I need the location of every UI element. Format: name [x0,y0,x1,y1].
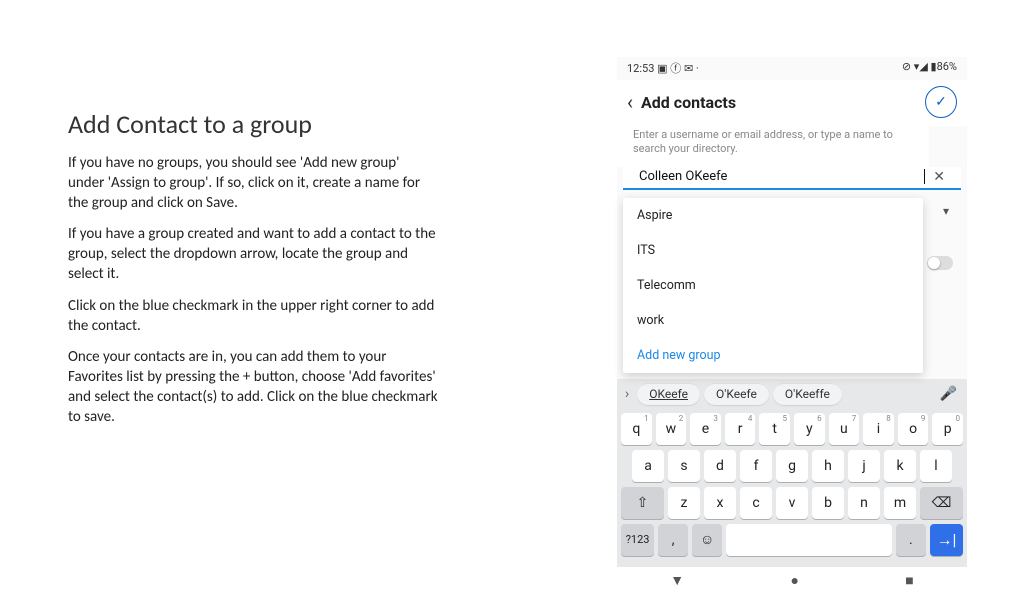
input-value: Colleen OKeefe [639,169,925,184]
group-item[interactable]: ITS [623,233,923,268]
key-t[interactable]: t5 [759,413,790,445]
space-key[interactable] [726,524,892,556]
paragraph: Once your contacts are in, you can add t… [68,348,438,427]
emoji-key[interactable]: ☺ [692,524,722,556]
header-title: Add contacts [641,93,925,112]
group-dropdown: ▾ Aspire ITS Telecomm work Add new group [623,198,923,373]
suggestion-chip[interactable]: OKeefe [637,383,700,405]
group-item[interactable]: Aspire [623,198,923,233]
status-left-icons: ▣ ⓕ ✉ · [657,62,699,75]
key-h[interactable]: h [812,450,844,482]
search-input[interactable]: Colleen OKeefe ✕ [623,167,961,190]
suggestion-chip[interactable]: O'Keefe [704,383,769,405]
comma-key[interactable]: , [658,524,688,556]
add-new-group-link[interactable]: Add new group [623,338,923,373]
key-q[interactable]: q1 [621,413,652,445]
status-right-icons: ⊘ ▾◢ ▮86% [902,60,957,80]
key-r[interactable]: r4 [725,413,756,445]
key-i[interactable]: i8 [863,413,894,445]
key-s[interactable]: s [668,450,700,482]
key-j[interactable]: j [848,450,880,482]
android-navbar: ▼ ● ■ [617,567,967,595]
key-o[interactable]: o9 [898,413,929,445]
suggestion-chip[interactable]: O'Keeffe [773,383,842,405]
check-icon: ✓ [935,94,947,110]
nav-home-icon[interactable]: ● [790,572,798,589]
status-bar: 12:53 ▣ ⓕ ✉ · ⊘ ▾◢ ▮86% [617,57,967,80]
nav-back-icon[interactable]: ▼ [670,572,684,589]
key-x[interactable]: x [704,487,736,519]
symbols-key[interactable]: ?123 [621,524,654,556]
chevron-down-icon[interactable]: ▾ [943,204,949,218]
delete-key[interactable]: ⌫ [920,487,963,519]
group-item[interactable]: work [623,303,923,338]
suggestion-bar: › OKeefe O'Keefe O'Keeffe 🎤 [617,379,967,409]
paragraph: Click on the blue checkmark in the upper… [68,297,438,337]
key-n[interactable]: n [848,487,880,519]
key-y[interactable]: y6 [794,413,825,445]
period-key[interactable]: . [896,524,926,556]
back-icon[interactable]: ‹ [625,90,641,114]
key-v[interactable]: v [776,487,808,519]
app-header: ‹ Add contacts ✓ [617,80,967,126]
key-e[interactable]: e3 [690,413,721,445]
clear-icon[interactable]: ✕ [925,169,945,185]
key-b[interactable]: b [812,487,844,519]
key-w[interactable]: w2 [656,413,687,445]
key-l[interactable]: l [920,450,952,482]
confirm-button[interactable]: ✓ [925,86,957,118]
hint-text: Enter a username or email address, or ty… [617,126,929,167]
toggle-switch[interactable] [927,256,953,270]
nav-recent-icon[interactable]: ■ [905,572,913,589]
keyboard: q1w2e3r4t5y6u7i8o9p0 asdfghjkl ⇧ zxcvbnm… [617,409,967,567]
status-time: 12:53 [627,62,654,75]
enter-key[interactable]: →| [930,524,963,556]
key-f[interactable]: f [740,450,772,482]
paragraph: If you have a group created and want to … [68,225,438,284]
phone-screenshot: 12:53 ▣ ⓕ ✉ · ⊘ ▾◢ ▮86% ‹ Add contacts ✓… [617,57,967,547]
key-u[interactable]: u7 [829,413,860,445]
shift-key[interactable]: ⇧ [621,487,664,519]
key-m[interactable]: m [884,487,916,519]
key-a[interactable]: a [632,450,664,482]
instructions-panel: Add Contact to a group If you have no gr… [68,108,438,440]
paragraph: If you have no groups, you should see 'A… [68,154,438,213]
key-p[interactable]: p0 [932,413,963,445]
key-c[interactable]: c [740,487,772,519]
key-g[interactable]: g [776,450,808,482]
chevron-right-icon[interactable]: › [621,386,633,402]
page-title: Add Contact to a group [68,108,438,140]
group-item[interactable]: Telecomm [623,268,923,303]
key-d[interactable]: d [704,450,736,482]
key-k[interactable]: k [884,450,916,482]
mic-icon[interactable]: 🎤 [934,386,963,402]
key-z[interactable]: z [668,487,700,519]
